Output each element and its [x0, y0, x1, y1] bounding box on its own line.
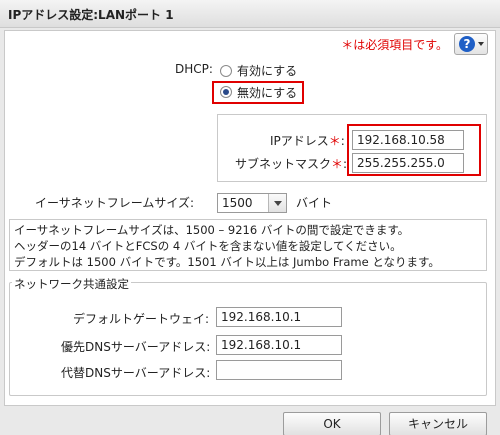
window-title: IPアドレス設定:LANポート 1	[8, 8, 174, 22]
network-settings-legend: ネットワーク共通設定	[12, 276, 131, 292]
help-button[interactable]: ?	[454, 33, 488, 55]
dhcp-label: DHCP:	[175, 62, 213, 76]
dhcp-disable-radio[interactable]	[220, 86, 232, 98]
dns1-label: 優先DNSサーバーアドレス:	[61, 340, 211, 354]
gateway-input[interactable]: 192.168.10.1	[216, 307, 342, 327]
subnet-label: サブネットマスク＊:	[235, 157, 348, 171]
secondary-dns-input[interactable]	[216, 360, 342, 380]
frame-size-note: イーサネットフレームサイズは、1500 – 9216 バイトの間で設定できます。…	[9, 219, 487, 271]
subnet-mask-input[interactable]: 255.255.255.0	[352, 153, 464, 173]
ok-button[interactable]: OK	[283, 412, 381, 435]
chevron-down-icon	[478, 42, 484, 46]
frame-size-label: イーサネットフレームサイズ:	[35, 196, 195, 210]
required-note: ＊は必須項目です。	[341, 38, 448, 52]
dhcp-enable-label[interactable]: 有効にする	[237, 62, 297, 79]
gateway-label: デフォルトゲートウェイ:	[73, 312, 210, 326]
frame-size-value: 1500	[222, 196, 253, 210]
dhcp-disable-label[interactable]: 無効にする	[237, 84, 297, 101]
note-line: デフォルトは 1500 バイトです。1501 バイト以上は Jumbo Fram…	[14, 255, 440, 269]
ip-address-input[interactable]: 192.168.10.58	[352, 130, 464, 150]
chevron-down-icon[interactable]	[268, 194, 286, 212]
primary-dns-input[interactable]: 192.168.10.1	[216, 335, 342, 355]
note-line: ヘッダーの14 バイトとFCSの 4 バイトを含まない値を設定してください。	[14, 239, 402, 253]
cancel-button[interactable]: キャンセル	[389, 412, 487, 435]
help-icon: ?	[459, 36, 475, 52]
ip-label: IPアドレス＊:	[270, 134, 345, 148]
dns2-label: 代替DNSサーバーアドレス:	[61, 366, 211, 380]
dhcp-enable-radio[interactable]	[220, 65, 232, 77]
frame-size-unit: バイト	[296, 196, 333, 210]
note-line: イーサネットフレームサイズは、1500 – 9216 バイトの間で設定できます。	[14, 223, 410, 237]
